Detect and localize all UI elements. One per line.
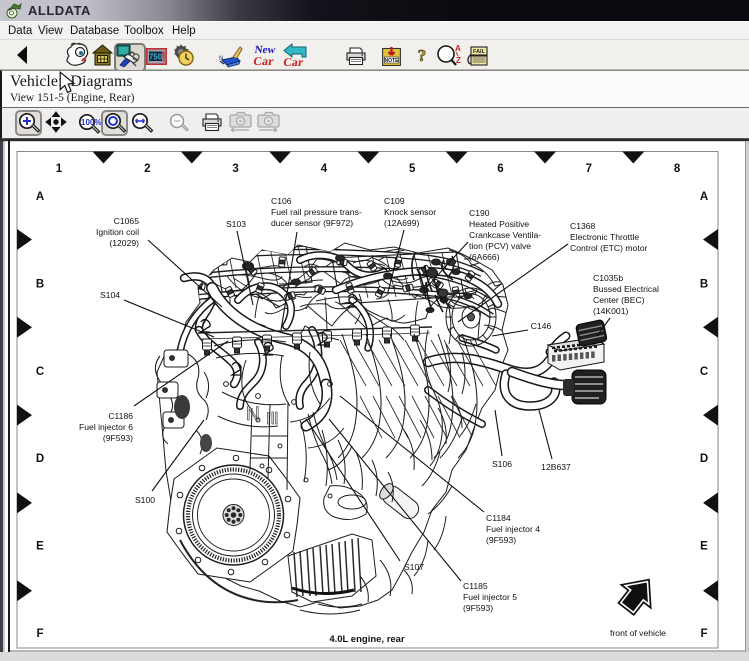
svg-text:Crankcase Ventila-: Crankcase Ventila- [469,230,541,240]
svg-text:4: 4 [321,163,328,175]
svg-text:Car: Car [282,55,305,69]
svg-text:4.0L engine, rear: 4.0L engine, rear [329,634,405,645]
svg-text:A: A [455,44,461,53]
svg-text:C1186: C1186 [108,411,133,421]
svg-text:Fuel injector 4: Fuel injector 4 [486,524,540,534]
svg-text:Center (BEC): Center (BEC) [593,295,645,305]
svg-text:Fuel injector 5: Fuel injector 5 [463,592,517,602]
svg-text:ducer sensor (9F972): ducer sensor (9F972) [271,218,353,228]
svg-text:E: E [36,541,44,553]
svg-text:7: 7 [586,163,592,175]
svg-text:S100: S100 [135,495,155,505]
svg-text:S103: S103 [226,219,246,229]
svg-text:F: F [36,628,43,640]
svg-text:A: A [36,191,44,203]
svg-text:D: D [36,453,44,465]
svg-text:FAIL: FAIL [473,49,486,55]
svg-text:?: ? [418,46,427,65]
svg-text:C1035b: C1035b [593,273,623,283]
svg-text:Ignition coil: Ignition coil [96,227,139,237]
svg-text:F: F [700,628,707,640]
svg-text:(9F593): (9F593) [463,603,493,613]
svg-text:front of vehicle: front of vehicle [610,628,666,638]
svg-text:C: C [36,366,44,378]
svg-text:(6A666): (6A666) [469,252,500,262]
svg-text:B: B [700,278,708,290]
svg-text:2: 2 [144,163,150,175]
svg-text:12B637: 12B637 [541,462,571,472]
svg-text:C109: C109 [384,196,405,206]
svg-text:E: E [700,541,708,553]
svg-text:5: 5 [409,163,416,175]
svg-text:C106: C106 [271,196,292,206]
svg-text:Car: Car [252,54,275,68]
svg-text:tion (PCV) valve: tion (PCV) valve [469,241,531,251]
svg-text:C1185: C1185 [463,581,488,591]
svg-text:Ill: Ill [266,409,278,428]
svg-text:Bussed Electrical: Bussed Electrical [593,284,659,294]
svg-text:Electronic Throttle: Electronic Throttle [570,232,639,242]
svg-text:(9F593): (9F593) [103,433,133,443]
svg-text:Control (ETC) motor: Control (ETC) motor [570,243,647,253]
svg-text:6: 6 [497,163,503,175]
svg-text:Fuel rail pressure trans-: Fuel rail pressure trans- [271,207,362,217]
svg-text:N: N [219,56,223,62]
svg-text:S106: S106 [492,459,512,469]
svg-text:3: 3 [232,163,238,175]
svg-text:1: 1 [56,163,63,175]
svg-text:C1184: C1184 [486,513,511,523]
svg-text:Knock sensor: Knock sensor [384,207,436,217]
svg-text:B: B [36,278,44,290]
svg-text:Z: Z [456,56,461,65]
svg-text:C190: C190 [469,208,490,218]
svg-text:C: C [700,366,708,378]
svg-text:8: 8 [674,163,681,175]
svg-text:Heated Positive: Heated Positive [469,219,529,229]
svg-text:C1065: C1065 [114,216,140,226]
svg-text:D: D [700,453,708,465]
svg-text:(12029): (12029) [109,238,139,248]
svg-text:NOTE: NOTE [385,58,400,64]
svg-text:C146: C146 [531,321,552,331]
svg-text:(14K001): (14K001) [593,306,628,316]
svg-text:100%: 100% [81,118,101,127]
svg-text:A: A [700,191,708,203]
svg-text:S104: S104 [100,290,120,300]
svg-text:(12A699): (12A699) [384,218,419,228]
svg-text:S107: S107 [404,562,424,572]
svg-text:Fuel injector 6: Fuel injector 6 [79,422,133,432]
svg-text:750: 750 [149,53,163,62]
svg-text:(9F593): (9F593) [486,535,516,545]
svg-text:C1368: C1368 [570,221,596,231]
